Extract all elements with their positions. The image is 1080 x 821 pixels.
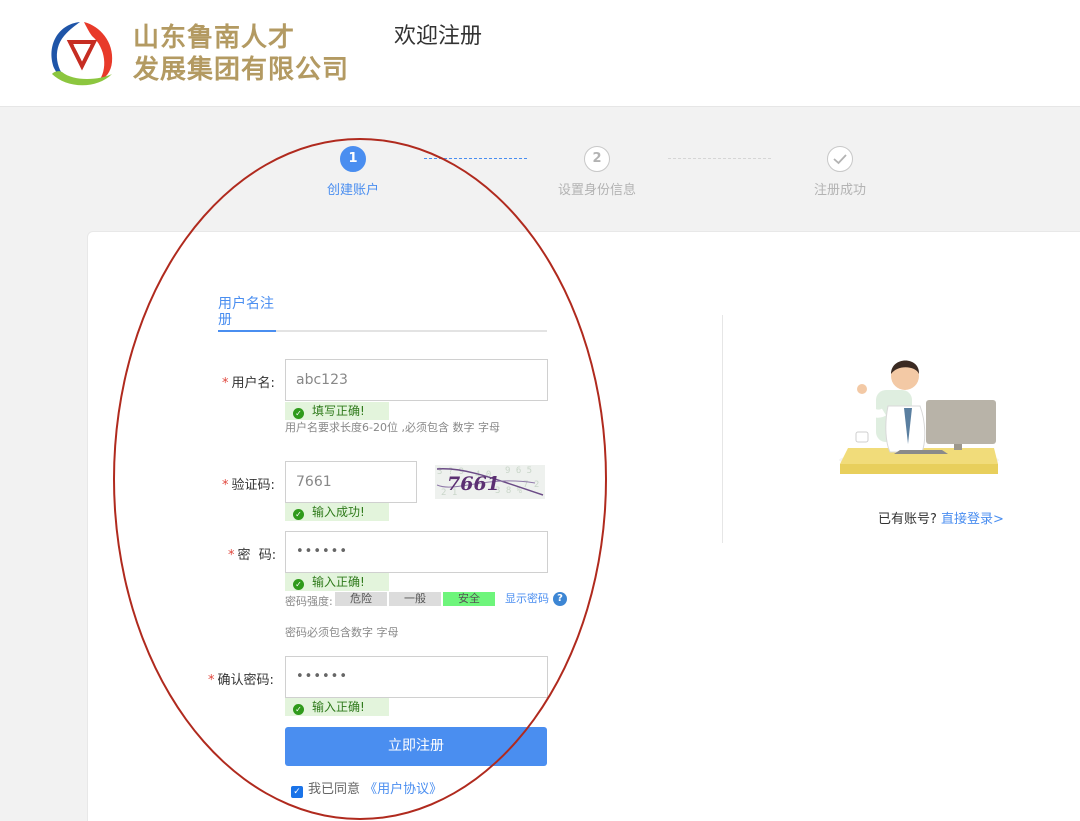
confirm-password-label-text: 确认密码: [217,673,274,688]
user-agreement-link[interactable]: 《用户协议》 [364,782,442,797]
required-mark: * [208,673,215,688]
check-circle-icon: ✓ [293,509,304,520]
check-circle-icon: ✓ [293,579,304,590]
captcha-status: ✓ 输入成功! [285,503,389,521]
step-number-1: 1 [340,146,366,172]
username-hint: 用户名要求长度6-20位 ,必须包含 数字 字母 [285,421,500,434]
confirm-password-status-text: 输入正确! [312,700,365,714]
username-label-text: 用户名: [231,376,275,391]
captcha-label: * 验证码: [222,474,275,493]
company-name-line1: 山东鲁南人才 [133,23,296,53]
tab-username-register[interactable]: 用户名注册 [218,296,276,332]
register-now-button[interactable]: 立即注册 [285,727,547,766]
show-password-link[interactable]: 显示密码 [505,590,549,606]
page-title: 欢迎注册 [394,24,483,49]
check-circle-icon: ✓ [293,704,304,715]
captcha-char: 7661 [447,473,500,495]
step-connector-done [424,158,527,159]
register-tabs: 用户名注册 [218,296,547,332]
check-circle-icon: ✓ [293,408,304,419]
login-prompt-text: 已有账号? [878,512,937,527]
username-input[interactable]: abc123 [285,359,548,401]
confirm-password-status: ✓ 输入正确! [285,698,389,716]
captcha-status-text: 输入成功! [312,505,365,519]
help-question-icon[interactable]: ? [553,592,567,606]
step-create-account: 1 创建账户 [283,146,423,198]
step-label: 注册成功 [813,183,866,198]
step-label: 设置身份信息 [557,183,636,198]
confirm-password-label: * 确认密码: [208,669,274,688]
agree-text: 我已同意 [308,782,361,797]
password-strength-label: 密码强度: [285,595,333,608]
step-number-2: 2 [584,146,610,172]
office-worker-illustration [839,360,999,474]
step-success: 注册成功 [770,146,910,198]
password-hint: 密码必须包含数字 字母 [285,626,399,639]
strength-level-medium: 一般 [389,592,441,606]
captcha-image[interactable]: 3 ? 94 09 6 5 2 13 8 % 7 2 7661 [435,465,545,499]
direct-login-link[interactable]: 直接登录> [941,512,1004,527]
password-status: ✓ 输入正确! [285,573,389,591]
vertical-divider [722,315,723,543]
password-label: * 密 码: [228,544,276,563]
step-label: 创建账户 [326,183,379,198]
company-name: 山东鲁南人才 发展集团有限公司 [133,22,349,86]
agreement-row: ✓ 我已同意 《用户协议》 [291,778,442,798]
step-connector-pending [668,158,771,159]
password-status-text: 输入正确! [312,575,365,589]
site-header: 山东鲁南人才 发展集团有限公司 欢迎注册 [0,0,1080,107]
username-label: * 用户名: [222,372,275,391]
password-label-text: 密 码: [237,548,277,563]
username-status: ✓ 填写正确! [285,402,389,420]
confirm-password-input[interactable]: •••••• [285,656,548,698]
check-icon [827,146,853,172]
company-logo [51,22,113,86]
step-identity-info: 2 设置身份信息 [527,146,667,198]
svg-text:9 6 5: 9 6 5 [505,466,532,476]
strength-level-safe: 安全 [443,592,495,606]
required-mark: * [228,548,235,563]
agree-checkbox[interactable]: ✓ [291,786,303,798]
login-prompt-row: 已有账号? 直接登录> [878,508,1004,527]
username-status-text: 填写正确! [312,404,365,418]
required-mark: * [222,478,229,493]
strength-level-danger: 危险 [335,592,387,606]
company-name-line2: 发展集团有限公司 [133,55,350,85]
required-mark: * [222,376,229,391]
password-input[interactable]: •••••• [285,531,548,573]
captcha-input[interactable]: 7661 [285,461,417,503]
captcha-label-text: 验证码: [231,478,275,493]
